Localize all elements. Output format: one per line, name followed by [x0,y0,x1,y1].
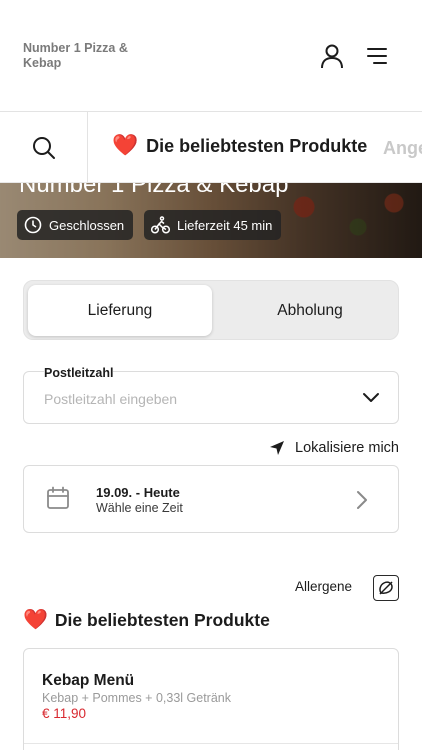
delivery-time-selector[interactable]: 19.09. - Heute Wähle eine Zeit [23,465,399,533]
menu-button[interactable] [361,40,393,72]
calendar-icon [47,486,69,509]
status-label: Geschlossen [49,217,125,233]
locate-me-button[interactable]: Lokalisiere mich [269,440,399,456]
category-tab-next[interactable]: Ange [383,136,422,160]
allergen-icon [379,581,393,595]
app-header: Number 1 Pizza & Kebap [0,0,422,112]
restaurant-hero-image: Number 1 Pizza & Kebap Geschlossen Liefe… [0,183,422,258]
product-price: € 11,90 [42,706,87,721]
popular-products-heading: ❤️ Die beliebtesten Produkte [23,608,270,632]
delivery-time-label: Lieferzeit 45 min [177,217,273,233]
locate-me-label: Lokalisiere mich [295,440,399,456]
allergens-label[interactable]: Allergene [295,579,352,594]
chevron-right-icon [357,491,367,509]
restaurant-name[interactable]: Number 1 Pizza & Kebap [23,41,153,71]
postal-code-input[interactable] [44,391,344,407]
allergens-button[interactable] [373,575,399,601]
category-bar: ❤️ Die beliebtesten Produkte Ange [0,112,422,183]
account-button[interactable] [316,40,348,72]
user-icon [321,44,343,69]
category-search-button[interactable] [0,112,88,182]
clock-icon [24,216,42,234]
postal-code-label: Postleitzahl [44,366,114,380]
pickup-option[interactable]: Abholung [218,285,402,336]
delivery-option[interactable]: Lieferung [28,285,212,336]
product-card[interactable]: Kebap Menü Kebap + Pommes + 0,33l Geträn… [23,648,399,750]
status-badge: Geschlossen [17,210,134,240]
selected-date: 19.09. - Heute [96,485,180,500]
heart-icon: ❤️ [23,609,48,631]
location-arrow-icon [270,441,285,455]
category-tab-popular[interactable]: ❤️ Die beliebtesten Produkte [112,134,367,158]
delivery-time-badge: Lieferzeit 45 min [144,210,282,240]
time-prompt: Wähle eine Zeit [96,501,183,515]
product-name: Kebap Menü [42,672,135,689]
bicycle-icon [151,216,170,234]
chevron-down-icon[interactable] [362,391,380,403]
order-mode-toggle: Lieferung Abholung [23,280,399,340]
category-tab-label: Die beliebtesten Produkte [146,136,368,156]
postal-code-field[interactable]: Postleitzahl [23,366,399,424]
section-title-label: Die beliebtesten Produkte [54,610,270,630]
product-description: Kebap + Pommes + 0,33l Getränk [42,691,231,705]
heart-icon: ❤️ [112,134,139,157]
hamburger-menu-icon [367,48,387,64]
search-icon [32,136,55,159]
divider [24,743,398,744]
hero-title: Number 1 Pizza & Kebap [19,183,289,198]
